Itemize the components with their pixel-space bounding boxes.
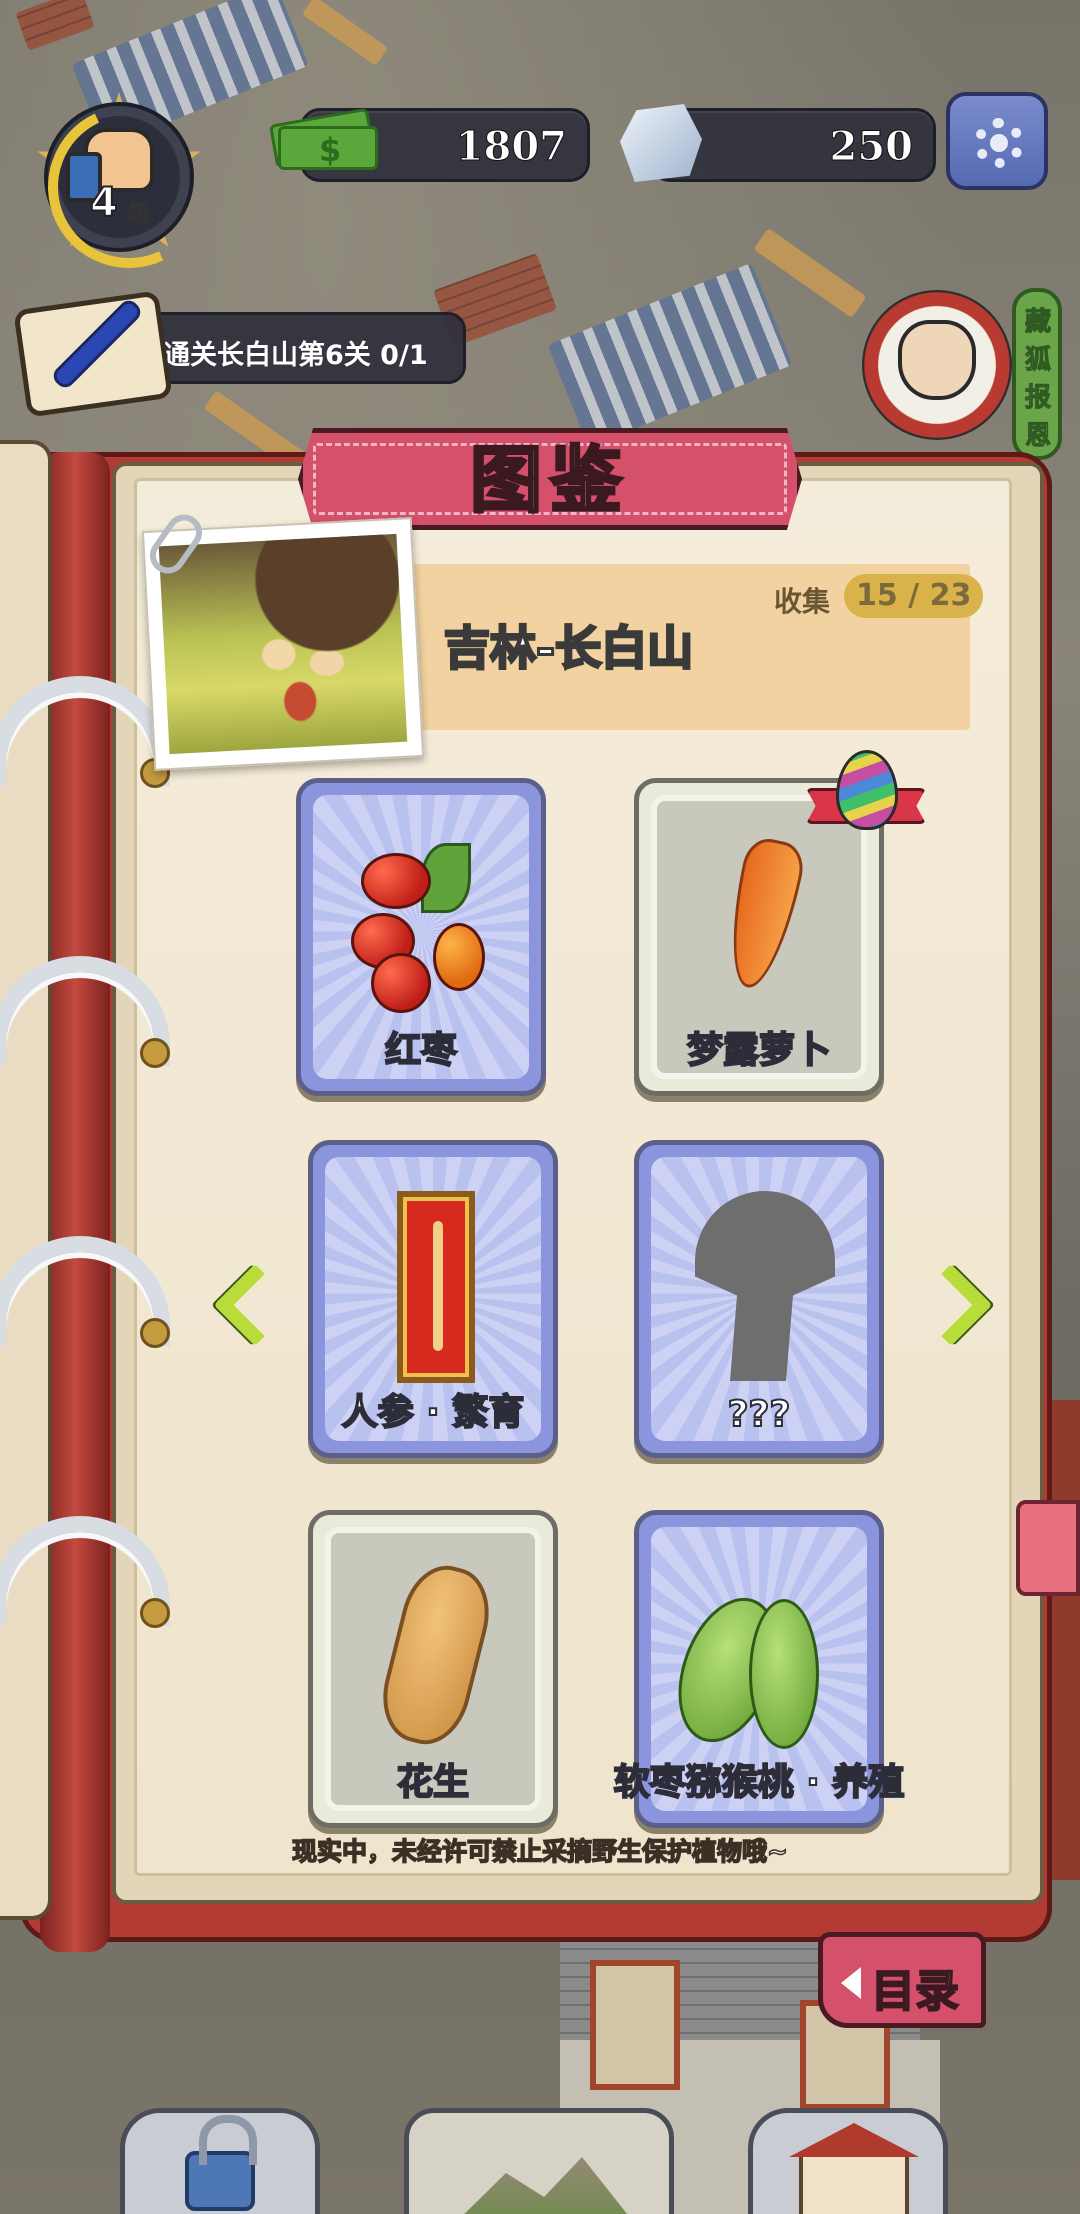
mountain-icon bbox=[449, 2157, 639, 2214]
left-page-edge bbox=[0, 440, 52, 1920]
card-label: ??? bbox=[727, 1393, 792, 1436]
ring-rivet-icon bbox=[140, 1318, 170, 1348]
house-icon bbox=[799, 2153, 909, 2214]
gear-icon bbox=[974, 118, 1024, 168]
kiwi-fruit-icon bbox=[660, 1584, 843, 1756]
collect-label: 收集 bbox=[774, 585, 831, 618]
home-nav-button[interactable] bbox=[748, 2108, 948, 2214]
settings-button[interactable] bbox=[946, 92, 1048, 190]
easter-egg-icon bbox=[806, 750, 926, 854]
card-label: 花生 bbox=[396, 1761, 470, 1804]
card-label: 软枣猕猴桃 · 养殖 bbox=[613, 1761, 906, 1804]
card-label: 梦露萝卜 bbox=[686, 1029, 832, 1072]
fox-event-tab[interactable]: 藏 狐 报 恩 bbox=[1012, 288, 1062, 460]
clipboard-icon[interactable] bbox=[12, 276, 182, 426]
ginseng-box-icon bbox=[397, 1191, 475, 1383]
fox-tab-char-4: 恩 bbox=[1024, 421, 1051, 452]
level-suffix: 级 bbox=[127, 202, 151, 228]
cash-stack-icon bbox=[268, 96, 378, 176]
side-bookmark-tab[interactable] bbox=[1016, 1500, 1080, 1596]
collection-card-red-dates[interactable]: 红枣 bbox=[296, 778, 546, 1096]
mushroom-scene-image bbox=[158, 533, 408, 755]
card-label: 红枣 bbox=[384, 1029, 458, 1072]
ring-rivet-icon bbox=[140, 1038, 170, 1068]
prev-page-arrow-icon[interactable] bbox=[208, 1248, 262, 1358]
collection-card-peanut[interactable]: 花生 bbox=[308, 1510, 558, 1828]
collection-card-ginseng[interactable]: 人参 · 繁育 bbox=[308, 1140, 558, 1458]
cash-value: 1807 bbox=[455, 123, 567, 171]
cat-face-icon bbox=[898, 320, 976, 400]
red-dates-icon bbox=[341, 823, 511, 1013]
task-text: 通关长白山第6关 0/1 bbox=[163, 340, 428, 371]
level-number: 4 bbox=[89, 179, 119, 227]
card-label: 人参 · 繁育 bbox=[341, 1391, 526, 1434]
gem-value: 250 bbox=[829, 123, 913, 171]
page-title: 图鉴 bbox=[468, 436, 630, 524]
fox-tab-char-2: 狐 bbox=[1024, 345, 1051, 376]
next-page-arrow-icon[interactable] bbox=[928, 1248, 982, 1358]
fox-tab-char-1: 藏 bbox=[1024, 307, 1051, 338]
catalog-tab-label: 目录 bbox=[870, 1965, 960, 2018]
fox-event-badge[interactable] bbox=[862, 290, 1012, 440]
back-triangle-icon bbox=[841, 1967, 861, 1999]
catalog-tab-button[interactable]: 目录 bbox=[818, 1932, 986, 2028]
fox-tab-char-3: 报 bbox=[1024, 383, 1051, 414]
ring-rivet-icon bbox=[140, 1598, 170, 1628]
locked-nav-button[interactable] bbox=[120, 2108, 320, 2214]
map-nav-button[interactable] bbox=[404, 2108, 674, 2214]
collection-card-unknown[interactable]: ??? bbox=[634, 1140, 884, 1458]
collect-count: 15 / 23 bbox=[844, 574, 984, 618]
lock-icon bbox=[185, 2115, 257, 2211]
footer-note: 现实中，未经许可禁止采摘野生保护植物哦~ bbox=[291, 1836, 788, 1867]
collection-card-kiwi[interactable]: 软枣猕猴桃 · 养殖 bbox=[613, 1510, 905, 1828]
region-name: 吉林-长白山 bbox=[442, 620, 694, 677]
player-level-badge[interactable]: 4 级 bbox=[34, 92, 204, 262]
